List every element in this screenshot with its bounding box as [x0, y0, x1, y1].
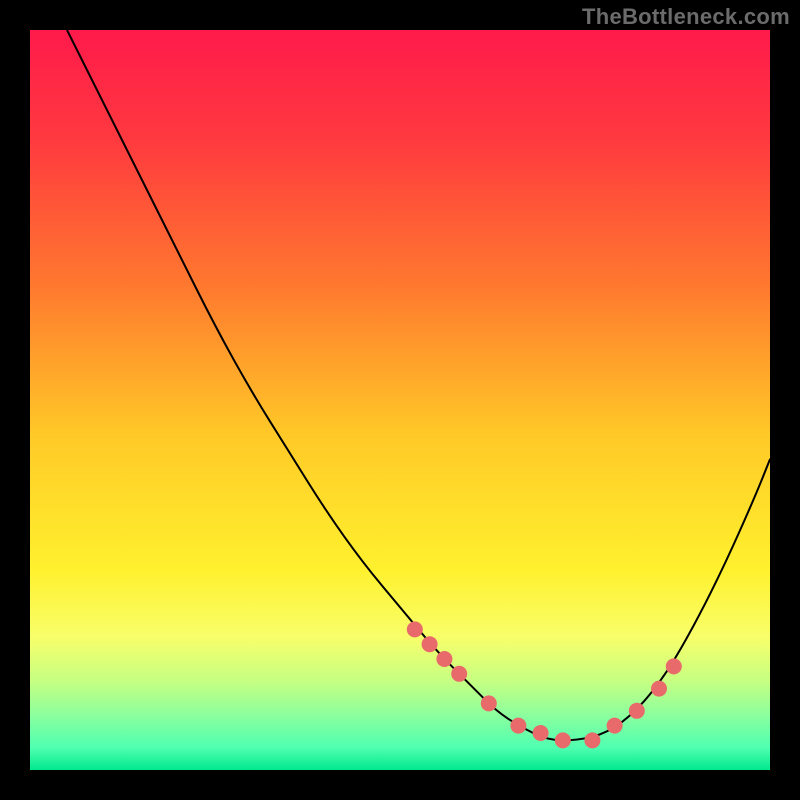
- marker-dot: [436, 651, 452, 667]
- marker-dot: [651, 681, 667, 697]
- marker-dot: [666, 658, 682, 674]
- plot-area: [30, 30, 770, 770]
- marker-dot: [533, 725, 549, 741]
- marker-dot: [407, 621, 423, 637]
- marker-dot: [629, 703, 645, 719]
- marker-dot: [481, 695, 497, 711]
- marker-dot: [510, 718, 526, 734]
- marker-dots: [407, 621, 682, 748]
- marker-dot: [555, 732, 571, 748]
- watermark-text: TheBottleneck.com: [582, 4, 790, 30]
- marker-dot: [451, 666, 467, 682]
- marker-dot: [584, 732, 600, 748]
- chart-frame: TheBottleneck.com: [0, 0, 800, 800]
- marker-dot: [422, 636, 438, 652]
- marker-dot: [607, 718, 623, 734]
- chart-overlay: [30, 30, 770, 770]
